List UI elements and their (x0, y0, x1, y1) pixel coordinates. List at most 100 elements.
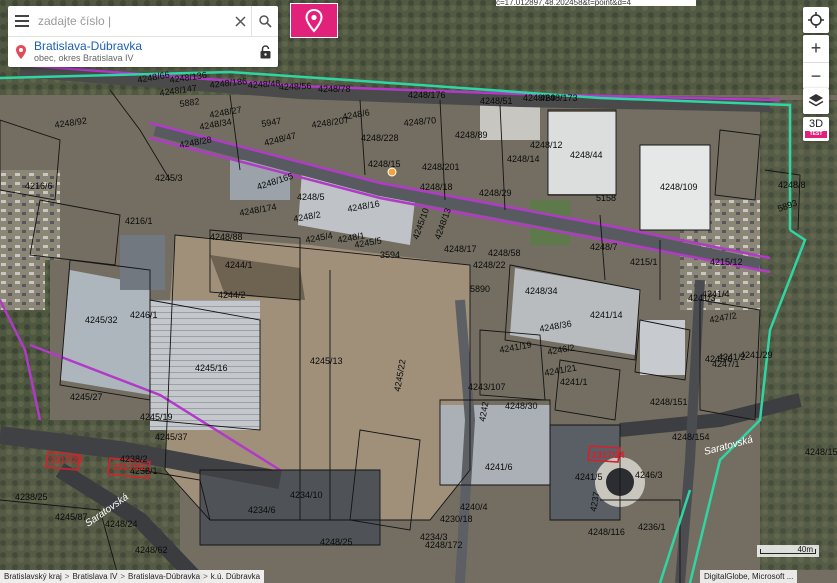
parcel-number-label[interactable]: 4248/44 (570, 150, 603, 160)
parcel-number-label[interactable]: 4246/1 (130, 310, 158, 320)
parcel-number-label[interactable]: 4248/51 (480, 96, 513, 106)
parcel-number-label[interactable]: 4248/34 (525, 286, 558, 296)
zoom-out-button[interactable]: − (803, 63, 829, 90)
locate-me-button[interactable] (803, 7, 829, 33)
parcel-number-label[interactable]: 4248/153 (805, 447, 837, 457)
parcel-number-label[interactable]: 4245/37 (155, 432, 188, 442)
3d-label: 3D (808, 118, 824, 130)
close-icon[interactable] (229, 6, 251, 36)
parcel-number-label[interactable]: 4248/12 (530, 140, 563, 150)
parcel-number-label[interactable]: 4248/176 (408, 90, 446, 100)
parcel-number-label[interactable]: 4248/58 (488, 248, 521, 258)
parcel-number-label[interactable]: 4238/25 (15, 492, 48, 502)
parcel-number-label[interactable]: 4216/1 (125, 216, 153, 226)
hamburger-menu-icon[interactable] (8, 6, 36, 36)
parcel-number-label[interactable]: 4248/18 (420, 182, 453, 192)
parcel-number-label[interactable]: 4245/19 (140, 412, 173, 422)
layers-button[interactable] (803, 88, 829, 114)
map-attribution: DigitalGlobe, Microsoft ... (700, 570, 798, 583)
parcel-number-label[interactable]: 4248/56 (279, 81, 312, 92)
zoom-in-button[interactable]: + (803, 35, 829, 63)
3d-view-button[interactable]: 3D TEST (803, 117, 829, 141)
parcel-number-label[interactable]: 4241/1 (560, 377, 588, 387)
parcel-number-label[interactable]: 5890 (470, 284, 490, 294)
parcel-number-label[interactable]: 4241/4 (702, 289, 730, 299)
parcel-number-label[interactable]: 4248/78 (318, 84, 351, 94)
parcel-number-label[interactable]: 4244/2 (218, 290, 246, 300)
result-title: Bratislava-Dúbravka (34, 39, 143, 53)
parcel-number-label[interactable]: 4234/6 (248, 505, 276, 515)
parcel-number-label[interactable]: 4245/32 (85, 315, 118, 325)
parcel-number-label[interactable]: 4245/3 (155, 173, 183, 183)
parcel-number-label[interactable]: 5158 (596, 193, 616, 203)
parcel-number-label[interactable]: 4230/18 (440, 514, 473, 524)
parcel-number-label[interactable]: 4234/10 (290, 490, 323, 500)
parcel-number-label[interactable]: 4248/29 (479, 188, 512, 198)
highlighted-parcel-label[interactable]: 2317/24 (592, 450, 625, 460)
parcel-number-label[interactable]: 4248/89 (455, 130, 488, 140)
parcel-number-label[interactable]: 4241/6 (485, 462, 513, 472)
parcel-number-label[interactable]: 4248/7 (590, 242, 618, 252)
layers-icon (808, 94, 824, 107)
parcel-number-label[interactable]: 4240/4 (460, 502, 488, 512)
parcel-number-label[interactable]: 4244/1 (225, 260, 253, 270)
parcel-number-label[interactable]: 4248/14 (507, 154, 540, 164)
breadcrumb-separator: > (203, 572, 208, 581)
scale-bar: 40m (757, 545, 819, 557)
parcel-number-label[interactable]: 4248/8 (778, 180, 806, 190)
parcel-number-label[interactable]: 4241/5 (575, 472, 603, 482)
highlighted-parcel-label[interactable]: 2317/22 (113, 462, 146, 472)
zoom-controls: + − (803, 35, 829, 89)
parcel-number-label[interactable]: 4248/228 (361, 133, 399, 143)
parcel-number-label[interactable]: 4241/29 (740, 350, 773, 360)
parcel-number-label[interactable]: 4248/151 (650, 397, 688, 407)
crosshair-icon (808, 12, 824, 28)
parcel-number-label[interactable]: 4248/109 (660, 182, 698, 192)
parcel-number-label[interactable]: 4248/25 (320, 537, 353, 547)
lock-icon[interactable] (252, 45, 278, 59)
search-icon[interactable] (251, 6, 278, 36)
parcel-number-label[interactable]: 4241/14 (590, 310, 623, 320)
parcel-number-label[interactable]: 4248/201 (422, 162, 460, 172)
parcel-number-label[interactable]: 4248/154 (672, 432, 710, 442)
parcel-number-label[interactable]: 4248/22 (473, 260, 506, 270)
parcel-number-label[interactable]: 4248/62 (135, 545, 168, 555)
parcel-number-label[interactable]: 4248/116 (588, 527, 625, 537)
parcel-number-label[interactable]: 4248/24 (105, 519, 138, 529)
parcel-number-label[interactable]: 4236/1 (638, 522, 666, 532)
parcel-number-label[interactable]: 4245/13 (310, 356, 343, 366)
map-canvas[interactable]: 4248/664248/1364248/147 4248/186 4248/4842… (0, 0, 837, 583)
search-result-item[interactable]: Bratislava-Dúbravka obec, okres Bratisla… (8, 37, 278, 67)
search-input[interactable] (36, 8, 229, 34)
parcel-number-label[interactable]: 4243/107 (468, 382, 506, 392)
parcel-number-label[interactable]: 4216/6 (25, 181, 53, 191)
breadcrumb-separator: > (64, 572, 70, 581)
parcel-number-label[interactable]: 4248/15 (368, 159, 401, 169)
parcel-number-label[interactable]: 4248/30 (505, 401, 538, 411)
breadcrumb: Bratislavský kraj > Bratislava IV > Brat… (0, 570, 265, 583)
breadcrumb-region[interactable]: Bratislavský kraj (4, 570, 62, 583)
location-marker (387, 167, 397, 177)
parcel-number-label[interactable]: 4246/3 (635, 470, 663, 480)
test-badge: TEST (805, 131, 827, 138)
parcel-number-label[interactable]: 4248/88 (210, 232, 243, 242)
map-pin-button[interactable] (290, 3, 338, 38)
highlighted-parcel-label[interactable]: 2317/23 (50, 455, 83, 465)
parcel-number-label[interactable]: 4248/17 (444, 244, 477, 254)
parcel-number-label[interactable]: 4215/1 (630, 257, 658, 267)
parcel-number-label[interactable]: 4248/173 (540, 93, 578, 103)
parcel-number-label[interactable]: 4245/27 (70, 392, 103, 402)
parcel-number-label[interactable]: 4215/12 (710, 257, 743, 267)
search-panel: Bratislava-Dúbravka obec, okres Bratisla… (8, 6, 278, 67)
breadcrumb-municipality[interactable]: Bratislava-Dúbravka (128, 570, 200, 583)
parcel-number-label[interactable]: 4248/48 (248, 78, 281, 90)
url-fragment: c=17.012897,48.202458&t=point&d=4 (496, 0, 696, 6)
parcel-number-label[interactable]: 4248/5 (297, 192, 325, 202)
breadcrumb-district[interactable]: Bratislava IV (72, 570, 117, 583)
parcel-number-label[interactable]: 4248/172 (425, 540, 463, 550)
parcel-number-label[interactable]: 3594 (380, 250, 400, 260)
location-pin-icon (8, 45, 34, 59)
map-marker-icon (305, 8, 323, 33)
parcel-number-label[interactable]: 4245/16 (195, 363, 228, 373)
breadcrumb-cadastral-area[interactable]: k.ú. Dúbravka (211, 570, 260, 583)
